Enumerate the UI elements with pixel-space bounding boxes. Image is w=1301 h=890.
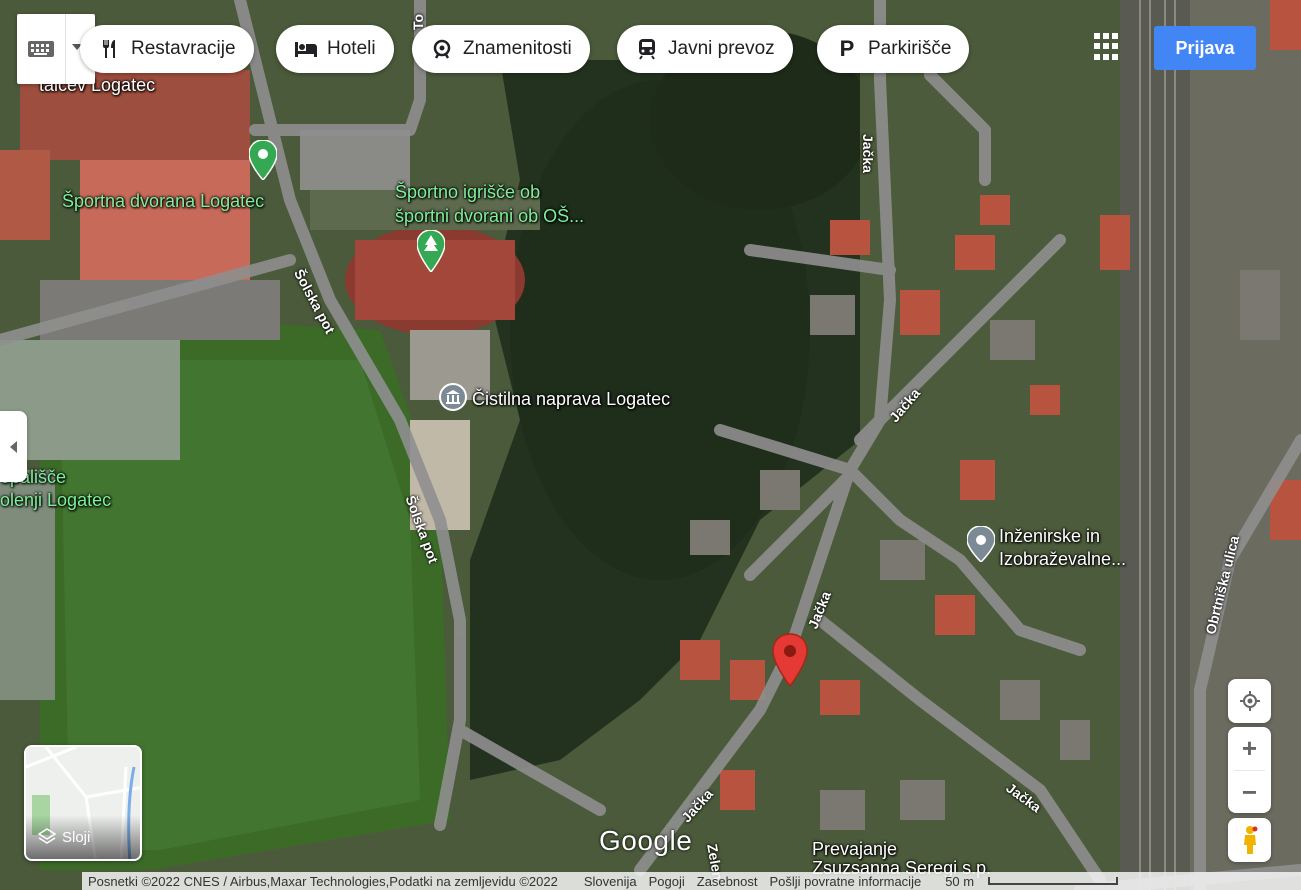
parking-icon: P bbox=[839, 36, 855, 61]
chip-label: Restavracije bbox=[131, 38, 236, 59]
layers-button[interactable]: Sloji bbox=[24, 745, 142, 861]
layers-label: Sloji bbox=[62, 828, 91, 846]
chip-label: Znamenitosti bbox=[463, 38, 572, 59]
chip-restaurants[interactable]: Restavracije bbox=[80, 25, 254, 73]
keyboard-icon bbox=[28, 41, 54, 57]
chip-transit[interactable]: Javni prevoz bbox=[617, 25, 793, 73]
country-link[interactable]: Slovenija bbox=[578, 874, 643, 889]
google-logo: Google bbox=[599, 825, 693, 856]
museum-icon[interactable] bbox=[439, 383, 467, 411]
zoom-out-button[interactable]: − bbox=[1228, 771, 1271, 814]
collapse-side-panel-button[interactable] bbox=[0, 411, 27, 482]
map-imagery bbox=[0, 0, 1301, 890]
chip-hotels[interactable]: Hoteli bbox=[276, 25, 394, 73]
camera-attraction-icon bbox=[430, 37, 454, 61]
zoom-in-button[interactable]: + bbox=[1228, 727, 1271, 770]
chip-label: Hoteli bbox=[327, 38, 376, 59]
my-location-icon bbox=[1239, 691, 1260, 711]
bed-icon bbox=[294, 37, 318, 61]
privacy-link[interactable]: Zasebnost bbox=[691, 874, 764, 889]
apps-grid-icon[interactable] bbox=[1094, 33, 1122, 61]
footer-bar: Posnetki ©2022 CNES / Airbus,Maxar Techn… bbox=[82, 872, 1301, 890]
attribution-text: Posnetki ©2022 CNES / Airbus,Maxar Techn… bbox=[88, 873, 558, 889]
place-label-inzenirske[interactable]: Inženirske in Izobraževalne... bbox=[999, 525, 1126, 571]
chip-label: Javni prevoz bbox=[668, 38, 775, 59]
layers-label-bar: Sloji bbox=[26, 815, 140, 859]
layers-icon bbox=[38, 828, 56, 844]
fork-knife-icon bbox=[98, 37, 122, 61]
place-label-sportna-dvorana[interactable]: Športna dvorana Logatec bbox=[62, 190, 264, 212]
train-icon bbox=[635, 37, 659, 61]
road-label-jacka-1: Jačka bbox=[860, 134, 876, 173]
scale-bar bbox=[988, 877, 1119, 885]
map-pin-grey-icon[interactable] bbox=[967, 526, 995, 562]
park-tree-icon[interactable] bbox=[417, 230, 445, 272]
chip-parking[interactable]: P Parkirišče bbox=[817, 25, 970, 73]
map-pin-green-icon[interactable] bbox=[249, 140, 277, 180]
scale-label[interactable]: 50 m bbox=[939, 874, 980, 889]
street-view-pegman-icon[interactable] bbox=[1228, 818, 1271, 862]
chevron-left-icon bbox=[10, 440, 17, 453]
my-location-button[interactable] bbox=[1228, 679, 1271, 723]
divider bbox=[65, 14, 66, 84]
signin-button[interactable]: Prijava bbox=[1154, 26, 1256, 70]
red-location-pin-icon[interactable] bbox=[770, 632, 810, 688]
satellite-map[interactable]: talcev Logatec Športna dvorana Logatec Š… bbox=[0, 0, 1301, 890]
feedback-link[interactable]: Pošlji povratne informacije bbox=[763, 874, 927, 889]
place-label-sportno-igrisce[interactable]: Športno igrišče ob športni dvorani ob OŠ… bbox=[395, 180, 584, 228]
zoom-control: + − bbox=[1228, 727, 1271, 813]
chip-attractions[interactable]: Znamenitosti bbox=[412, 25, 590, 73]
chip-label: Parkirišče bbox=[868, 38, 952, 59]
terms-link[interactable]: Pogoji bbox=[643, 874, 691, 889]
place-label-cistilna-naprava[interactable]: Čistilna naprava Logatec bbox=[472, 388, 670, 410]
